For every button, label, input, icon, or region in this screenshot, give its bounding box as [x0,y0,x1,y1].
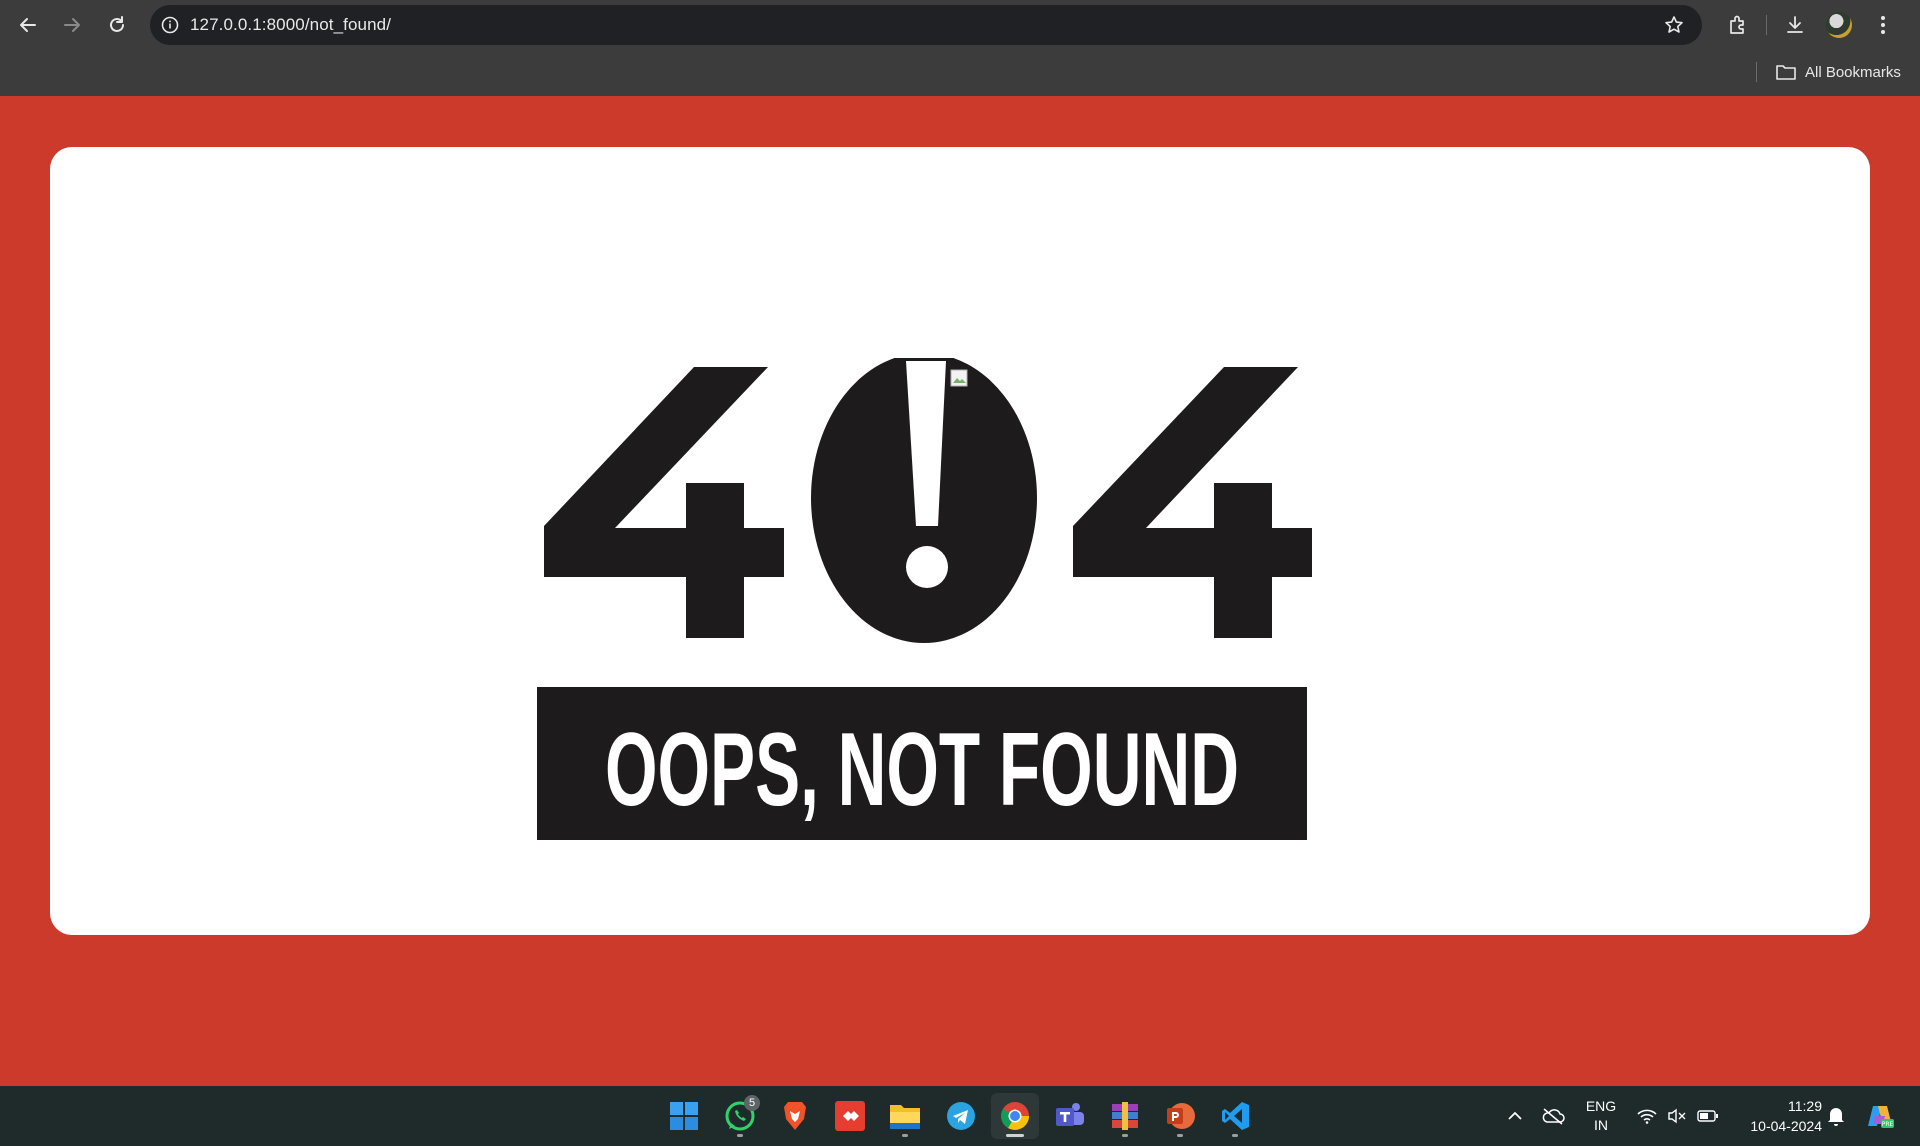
taskbar-file-explorer[interactable] [881,1093,929,1139]
volume-muted-icon [1668,1108,1686,1124]
url-text[interactable]: 127.0.0.1:8000/not_found/ [190,15,391,35]
running-indicator [902,1134,908,1137]
taskbar-teams[interactable] [1046,1093,1094,1139]
star-icon[interactable] [1664,15,1684,40]
broken-image-icon [950,369,968,387]
reload-icon [110,16,124,32]
anydesk-icon [835,1101,865,1131]
more-menu-icon[interactable] [1861,5,1905,45]
back-arrow-icon [20,18,36,32]
running-indicator [1122,1134,1128,1137]
onedrive-status[interactable] [1538,1086,1568,1146]
bell-icon [1828,1108,1844,1126]
start-button[interactable] [660,1093,708,1139]
all-bookmarks-button[interactable]: All Bookmarks [1775,58,1901,86]
show-hidden-icons-button[interactable] [1500,1086,1530,1146]
four-left-shape [544,367,784,638]
taskbar-telegram[interactable] [937,1093,985,1139]
taskbar-winrar[interactable] [1101,1093,1149,1139]
taskbar-anydesk[interactable] [826,1093,874,1139]
reload-button[interactable] [97,5,137,45]
wifi-icon [1637,1109,1657,1124]
folder-icon [1776,65,1796,80]
lang-region: IN [1594,1117,1608,1133]
language-indicator[interactable]: ENG IN [1584,1097,1618,1135]
cloud-off-icon [1542,1108,1565,1125]
taskbar-powerpoint[interactable] [1156,1093,1204,1139]
time-text: 11:29 [1788,1098,1822,1114]
four-right-shape [1073,367,1312,638]
toolbar-separator [1766,15,1767,35]
chevron-up-icon [1508,1111,1522,1120]
date-text: 10-04-2024 [1750,1118,1822,1134]
banner-text: OOPS, NOT FOUND [605,712,1239,828]
taskbar-whatsapp[interactable]: 5 [716,1093,764,1139]
running-indicator [1006,1134,1024,1137]
brave-lion-icon [784,1102,806,1130]
browser-toolbar: 127.0.0.1:8000/not_found/ [0,0,1920,50]
avatar [1826,12,1852,38]
taskbar-brave[interactable] [771,1093,819,1139]
windows-logo-icon [670,1102,698,1130]
forward-button[interactable] [52,5,92,45]
exclamation-dot [906,546,948,588]
vscode-icon [1222,1102,1249,1130]
running-indicator [1232,1134,1238,1137]
whatsapp-badge: 5 [744,1095,760,1111]
lang-code: ENG [1585,1098,1617,1114]
winrar-icon [1112,1102,1138,1130]
running-indicator [1177,1134,1183,1137]
bookmarks-bar [0,50,1920,96]
svg-text:PRE: PRE [1882,1121,1894,1128]
all-bookmarks-label: All Bookmarks [1805,63,1901,81]
copilot-button[interactable]: PRE [1862,1086,1898,1146]
copilot-icon: PRE [1868,1106,1894,1128]
address-bar[interactable]: 127.0.0.1:8000/not_found/ [150,5,1702,45]
extensions-icon[interactable] [1716,5,1760,45]
download-icon[interactable] [1773,5,1817,45]
bookmarks-separator [1756,62,1757,82]
taskbar-chrome[interactable] [991,1093,1039,1139]
back-button[interactable] [8,5,48,45]
clock[interactable]: 11:29 10-04-2024 [1732,1096,1822,1136]
powerpoint-icon [1167,1103,1195,1129]
battery-icon [1697,1110,1718,1122]
teams-icon [1056,1103,1084,1126]
running-indicator [737,1134,743,1137]
notifications-button[interactable] [1824,1086,1848,1146]
chrome-icon [1001,1102,1029,1130]
site-info-icon[interactable] [150,16,190,34]
taskbar-vscode[interactable] [1211,1093,1259,1139]
folder-icon [890,1105,920,1129]
telegram-icon [947,1102,975,1130]
quick-settings[interactable] [1634,1086,1722,1146]
profile-avatar[interactable] [1817,5,1861,45]
forward-arrow-icon [64,18,80,32]
toolbar-right [1716,5,1905,45]
404-illustration: 4 OOPS, NOT FOUND [537,358,1312,840]
